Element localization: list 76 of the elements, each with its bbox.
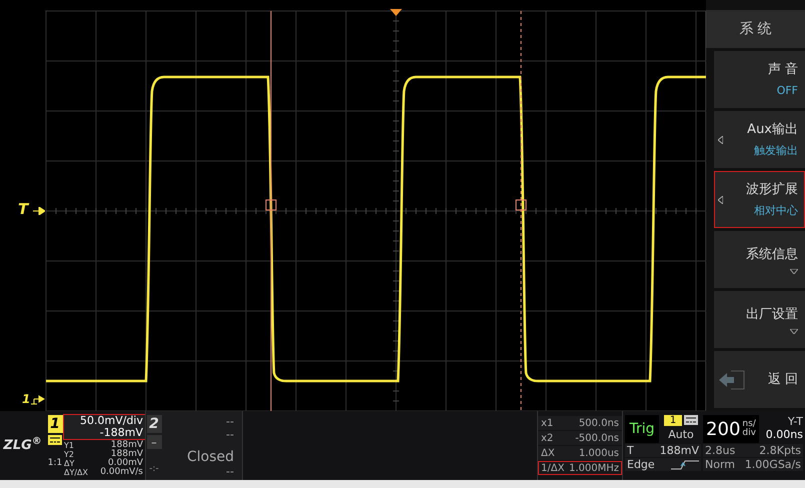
trigger-level-marker: T: [18, 202, 28, 217]
cursor-value: -500.0ns: [575, 432, 619, 444]
channel-badge[interactable]: 2: [146, 415, 162, 433]
ground-arrow-icon: [31, 393, 45, 405]
dc-coupling-icon: [684, 415, 698, 425]
menu-item-value: 触发输出: [754, 143, 798, 159]
memory-depth: 2.8Kpts: [759, 444, 801, 457]
menu-item-label: 声 音: [768, 60, 798, 78]
probe-ratio: -:-: [149, 463, 159, 476]
arrow-right-icon: [33, 207, 45, 215]
menu-item-label: 出厂设置: [746, 306, 798, 324]
display-mode: Y-T: [788, 415, 803, 428]
reading-value: 0.00mV/s: [100, 468, 143, 477]
time-window: 2.8us: [705, 444, 736, 457]
timebase-unit: div: [742, 429, 756, 438]
channel-scale-panel[interactable]: 50.0mV/div -188mV: [64, 415, 145, 439]
logo: ZLG$^{®}$: [3, 436, 43, 454]
menu-item[interactable]: 系统信息: [714, 231, 805, 288]
cursor-marker: [516, 200, 526, 210]
left-triangle-icon: [718, 136, 723, 144]
down-triangle-icon: [790, 328, 798, 334]
trigger-mode: Auto: [668, 428, 694, 441]
cursor-label: 1/ΔX: [541, 462, 564, 474]
trigger-status: Trig: [625, 415, 659, 443]
vertical-offset: -188mV: [100, 427, 143, 439]
menu-item-label: 返 回: [768, 370, 798, 389]
menu-item[interactable]: Aux输出 触发输出: [714, 111, 805, 168]
reading-label: Y1: [64, 441, 74, 450]
menu-item-value: OFF: [776, 83, 798, 99]
menu-item[interactable]: 波形扩展 相对中心: [714, 171, 805, 228]
cursor-label: ΔX: [541, 446, 555, 460]
trigger-type: Edge: [627, 458, 655, 471]
exit-icon: [719, 368, 745, 390]
vertical-scale: 50.0mV/div: [80, 415, 143, 427]
menu-item-label: Aux输出: [747, 120, 798, 138]
acquisition-mode: Norm: [705, 458, 736, 471]
vertical-scale: --: [226, 415, 234, 428]
dc-coupling-icon: [48, 435, 62, 445]
menu-item[interactable]: 声 音 OFF: [714, 51, 805, 108]
trigger-source-badge[interactable]: 1: [664, 415, 682, 426]
rising-edge-icon: [671, 460, 699, 470]
probe-ratio: 1:1: [48, 457, 62, 470]
reading-value: 188mV: [110, 450, 143, 459]
cursor-marker: [266, 200, 276, 210]
menu-item-value: 相对中心: [754, 203, 798, 219]
channel-marker: 1: [22, 393, 30, 405]
reading-value: 0.00mV: [108, 459, 143, 468]
reading-label: Y2: [64, 450, 74, 459]
trigger-position-icon: [390, 9, 402, 16]
cursor-label: x1: [541, 416, 554, 430]
vertical-offset: --: [226, 428, 234, 441]
horizontal-offset: 0.00ns: [766, 428, 803, 441]
cursor-line[interactable]: [520, 10, 522, 411]
menu-item[interactable]: 返 回: [714, 351, 805, 408]
timebase-scale[interactable]: 200: [706, 422, 740, 436]
channel-status: Closed: [186, 449, 234, 465]
menu-title: 系 统: [706, 10, 805, 48]
reading-label: ΔY: [64, 459, 74, 468]
trigger-level: 188mV: [660, 444, 699, 457]
timebase-unit: ns/: [742, 420, 756, 429]
menu-item-label: 系统信息: [746, 246, 798, 264]
menu-item[interactable]: 出厂设置: [714, 291, 805, 348]
reading-value: 188mV: [110, 441, 143, 450]
cursor-value: 1.000MHz: [568, 462, 619, 474]
reading-label: ΔY/ΔX: [64, 468, 88, 477]
down-triangle-icon: [790, 268, 798, 274]
trigger-level-label: T: [627, 444, 634, 457]
sample-rate: 1.00GSa/s: [744, 458, 801, 471]
left-triangle-icon: [718, 196, 723, 204]
cursor-value: 1.000us: [578, 446, 619, 460]
menu-item-label: 波形扩展: [746, 180, 798, 198]
cursor-label: x2: [541, 432, 554, 444]
cursor-value: 500.0ns: [578, 416, 619, 430]
collapse-button[interactable]: –: [146, 435, 162, 449]
channel-badge[interactable]: 1: [48, 415, 62, 433]
channel-value: --: [226, 465, 234, 478]
